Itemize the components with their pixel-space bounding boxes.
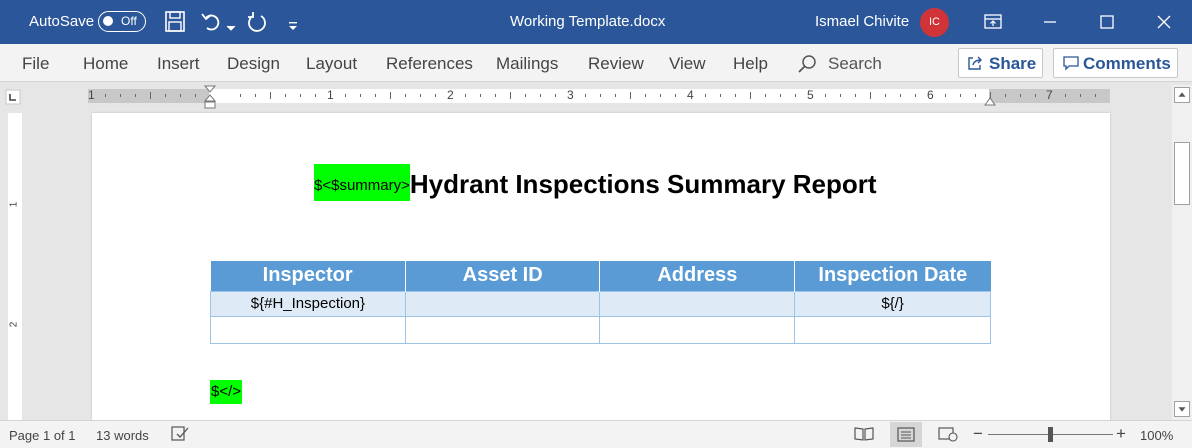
right-indent-marker-icon[interactable] — [983, 95, 997, 107]
print-layout-button[interactable] — [890, 422, 922, 447]
table-row: ${#H_Inspection} ${/} — [210, 290, 991, 317]
ruler-number: 5 — [807, 88, 814, 102]
inspection-table[interactable]: Inspector Asset ID Address Inspection Da… — [210, 261, 991, 344]
ruler-text-area — [209, 89, 989, 103]
proofing-icon[interactable] — [171, 426, 189, 442]
tab-home[interactable]: Home — [83, 54, 128, 74]
print-layout-icon — [897, 427, 915, 442]
table-cell[interactable] — [404, 290, 601, 317]
ruler-number: 6 — [927, 88, 934, 102]
report-title[interactable]: Hydrant Inspections Summary Report — [410, 164, 877, 204]
scroll-down-icon[interactable] — [1174, 401, 1190, 417]
tab-selector-icon[interactable] — [0, 85, 28, 107]
table-cell[interactable]: ${/} — [794, 290, 991, 317]
share-icon — [968, 56, 982, 70]
comments-button[interactable]: Comments — [1053, 48, 1178, 78]
user-name[interactable]: Ismael Chivite — [815, 13, 909, 30]
search-label: Search — [828, 54, 882, 73]
column-header[interactable]: Inspection Date — [794, 261, 991, 291]
tab-review[interactable]: Review — [588, 54, 644, 74]
autosave-label: AutoSave — [29, 13, 95, 30]
page-count[interactable]: Page 1 of 1 — [9, 428, 76, 443]
ruler-number: 4 — [687, 88, 694, 102]
tab-layout[interactable]: Layout — [306, 54, 357, 74]
table-cell[interactable] — [210, 315, 406, 344]
horizontal-ruler[interactable]: 1 1 2 3 4 5 6 7 — [88, 85, 1110, 109]
status-bar: Page 1 of 1 13 words − + 100% — [0, 420, 1192, 448]
table-header-row: Inspector Asset ID Address Inspection Da… — [210, 261, 991, 291]
zoom-level[interactable]: 100% — [1140, 428, 1173, 443]
document-page[interactable]: $<$summary>Hydrant Inspections Summary R… — [92, 113, 1110, 420]
column-header[interactable]: Asset ID — [405, 261, 601, 291]
report-heading[interactable]: $<$summary>Hydrant Inspections Summary R… — [314, 164, 877, 201]
summary-tag[interactable]: $<$summary> — [314, 164, 410, 201]
tab-view[interactable]: View — [669, 54, 706, 74]
table-row — [210, 315, 991, 344]
ruler-number: 1 — [88, 88, 95, 102]
comments-label: Comments — [1083, 54, 1171, 73]
zoom-in-icon[interactable]: + — [1116, 424, 1126, 444]
scroll-up-icon[interactable] — [1174, 87, 1190, 103]
undo-dropdown-icon[interactable] — [226, 17, 236, 41]
zoom-out-icon[interactable]: − — [973, 424, 983, 444]
undo-icon[interactable] — [200, 10, 222, 34]
ruler-number: 1 — [327, 88, 334, 102]
title-bar: AutoSave Off Working Template.docx Ismae… — [0, 0, 1192, 44]
word-count[interactable]: 13 words — [96, 428, 149, 443]
tab-help[interactable]: Help — [733, 54, 768, 74]
redo-icon[interactable] — [245, 10, 269, 34]
minimize-icon[interactable] — [1038, 10, 1062, 34]
document-title: Working Template.docx — [510, 13, 666, 30]
table-cell[interactable] — [599, 315, 796, 344]
ribbon-display-options-icon[interactable] — [981, 10, 1005, 34]
zoom-slider-thumb[interactable] — [1048, 427, 1053, 442]
read-mode-icon[interactable] — [854, 426, 874, 442]
autosave-toggle[interactable]: Off — [98, 11, 146, 32]
ruler-number: 7 — [1046, 88, 1053, 102]
vertical-scrollbar[interactable] — [1172, 85, 1192, 420]
autosave-state: Off — [121, 14, 137, 28]
toggle-knob — [103, 16, 113, 26]
ruler-number: 1 — [8, 201, 20, 208]
table-cell[interactable] — [404, 315, 601, 344]
table-cell[interactable] — [794, 315, 991, 344]
end-tag[interactable]: $</> — [210, 380, 243, 404]
web-layout-icon[interactable] — [938, 426, 958, 442]
column-header[interactable]: Address — [599, 261, 796, 291]
vertical-ruler[interactable]: 1 2 — [8, 113, 22, 420]
tab-file[interactable]: File — [22, 54, 49, 74]
indent-marker-icon[interactable] — [203, 85, 217, 111]
maximize-icon[interactable] — [1095, 10, 1119, 34]
avatar[interactable]: IC — [920, 8, 949, 37]
column-header[interactable]: Inspector — [210, 261, 406, 291]
ruler-number: 2 — [8, 321, 20, 328]
comment-icon — [1063, 56, 1079, 71]
table-cell[interactable]: ${#H_Inspection} — [210, 290, 406, 317]
ruler-number: 3 — [567, 88, 574, 102]
tab-references[interactable]: References — [386, 54, 473, 74]
tab-mailings[interactable]: Mailings — [496, 54, 558, 74]
ruler-number: 2 — [447, 88, 454, 102]
ribbon-menu: File Home Insert Design Layout Reference… — [0, 44, 1192, 82]
scroll-thumb[interactable] — [1174, 142, 1190, 205]
table-cell[interactable] — [599, 290, 796, 317]
share-label: Share — [989, 54, 1037, 73]
search-icon — [798, 55, 816, 73]
share-button[interactable]: Share — [958, 48, 1043, 78]
tab-insert[interactable]: Insert — [157, 54, 200, 74]
save-icon[interactable] — [164, 10, 186, 34]
tab-design[interactable]: Design — [227, 54, 280, 74]
close-icon[interactable] — [1152, 10, 1176, 34]
customize-toolbar-icon[interactable] — [287, 14, 299, 38]
